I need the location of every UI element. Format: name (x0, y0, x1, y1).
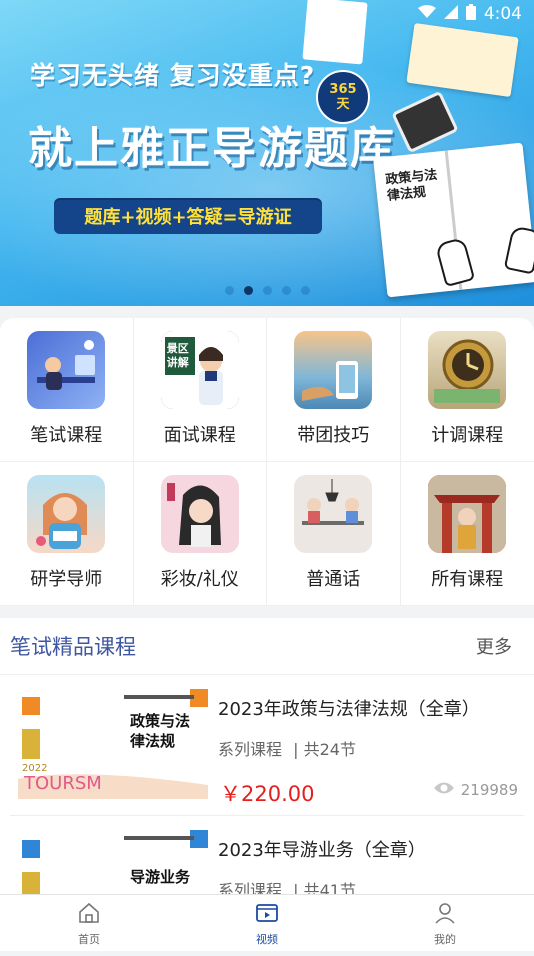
badge-unit: 天 (318, 97, 368, 112)
overlay-text: 景区讲解 (167, 342, 193, 370)
promo-banner[interactable]: 学习无头绪 复习没重点? 365 天 就上雅正导游题库 题库+视频+答疑=导游证… (0, 0, 534, 306)
category-item-tour-skills[interactable]: 带团技巧 (267, 318, 401, 462)
category-grid: 笔试课程 景区讲解 面试课程 带团技巧 计调课程 研学导师 彩妆/礼仪 (0, 318, 534, 606)
category-label: 所有课程 (431, 565, 503, 591)
tour-guide-icon: 景区讲解 (161, 331, 239, 409)
clock-icon (428, 331, 506, 409)
category-label: 面试课程 (164, 421, 236, 447)
tab-mine[interactable]: 我的 (356, 895, 534, 951)
course-price: ￥220.00 (220, 778, 314, 808)
category-item-planning[interactable]: 计调课程 (401, 318, 534, 462)
course-title: 2023年政策与法律法规（全章） (218, 695, 480, 721)
featured-courses-section: 笔试精品课程 更多 TOURSM 2022 政策与法律法规 2023年政策与法律… (0, 618, 534, 900)
study-desk-icon (27, 331, 105, 409)
course-lesson-count: | 共24节 (293, 740, 356, 759)
course-card[interactable]: TOURSM 2022 政策与法律法规 2023年政策与法律法规（全章） 系列课… (10, 675, 524, 816)
category-item-written[interactable]: 笔试课程 (0, 318, 134, 462)
course-thumbnail: TOURSM 2022 政策与法律法规 (18, 689, 208, 799)
status-bar: 4:04 (0, 0, 534, 28)
tab-label: 我的 (434, 931, 456, 947)
category-item-study-mentor[interactable]: 研学导师 (0, 462, 134, 606)
book-cover-title: 政策与法律法规 (385, 167, 446, 205)
bottom-tab-bar: 首页 视频 我的 (0, 894, 534, 951)
signal-icon (444, 4, 458, 24)
category-label: 普通话 (306, 565, 360, 591)
category-item-mandarin[interactable]: 普通话 (267, 462, 401, 606)
course-year: 2022 (22, 763, 47, 774)
section-header: 笔试精品课程 更多 (0, 618, 534, 675)
category-label: 带团技巧 (297, 421, 369, 447)
tab-label: 视频 (256, 931, 278, 947)
banner-tagline: 题库+视频+答疑=导游证 (54, 198, 322, 234)
carousel-dot[interactable] (225, 286, 234, 295)
eye-icon (433, 781, 455, 799)
badge-number: 365 (318, 82, 368, 97)
banner-headline: 学习无头绪 复习没重点? (30, 56, 315, 92)
section-title: 笔试精品课程 (10, 631, 136, 661)
tab-home[interactable]: 首页 (0, 895, 178, 951)
cafe-icon (294, 475, 372, 553)
course-views: 219989 (433, 781, 518, 799)
carousel-indicator (0, 286, 534, 295)
gate-icon (428, 475, 506, 553)
carousel-dot[interactable] (263, 286, 272, 295)
wifi-icon (418, 4, 436, 24)
tab-video[interactable]: 视频 (178, 895, 356, 951)
category-label: 彩妆/礼仪 (161, 565, 239, 591)
home-icon (77, 901, 101, 931)
user-icon (433, 901, 457, 931)
battery-icon (466, 4, 476, 25)
category-label: 研学导师 (30, 565, 102, 591)
category-item-makeup[interactable]: 彩妆/礼仪 (134, 462, 268, 606)
course-cover-title: 政策与法律法规 (130, 711, 192, 751)
makeup-icon (161, 475, 239, 553)
view-count: 219989 (461, 781, 518, 799)
carousel-dot[interactable] (282, 286, 291, 295)
course-type: 系列课程 (218, 740, 282, 759)
phone-photo-icon (294, 331, 372, 409)
video-icon (255, 901, 279, 931)
tab-label: 首页 (78, 931, 100, 947)
course-cover-title: 导游业务 (130, 866, 200, 887)
svg-text:TOURSM: TOURSM (23, 773, 102, 794)
category-label: 计调课程 (431, 421, 503, 447)
status-time: 4:04 (484, 4, 522, 24)
carousel-dot[interactable] (301, 286, 310, 295)
more-link[interactable]: 更多 (476, 633, 522, 659)
carousel-dot-active[interactable] (244, 286, 253, 295)
reading-girl-icon (27, 475, 105, 553)
course-title: 2023年导游业务（全章） (218, 836, 426, 862)
course-meta: 系列课程 | 共24节 (218, 736, 356, 760)
category-label: 笔试课程 (30, 421, 102, 447)
category-item-interview[interactable]: 景区讲解 面试课程 (134, 318, 268, 462)
banner-title: 就上雅正导游题库 (28, 112, 396, 176)
category-item-all[interactable]: 所有课程 (401, 462, 534, 606)
